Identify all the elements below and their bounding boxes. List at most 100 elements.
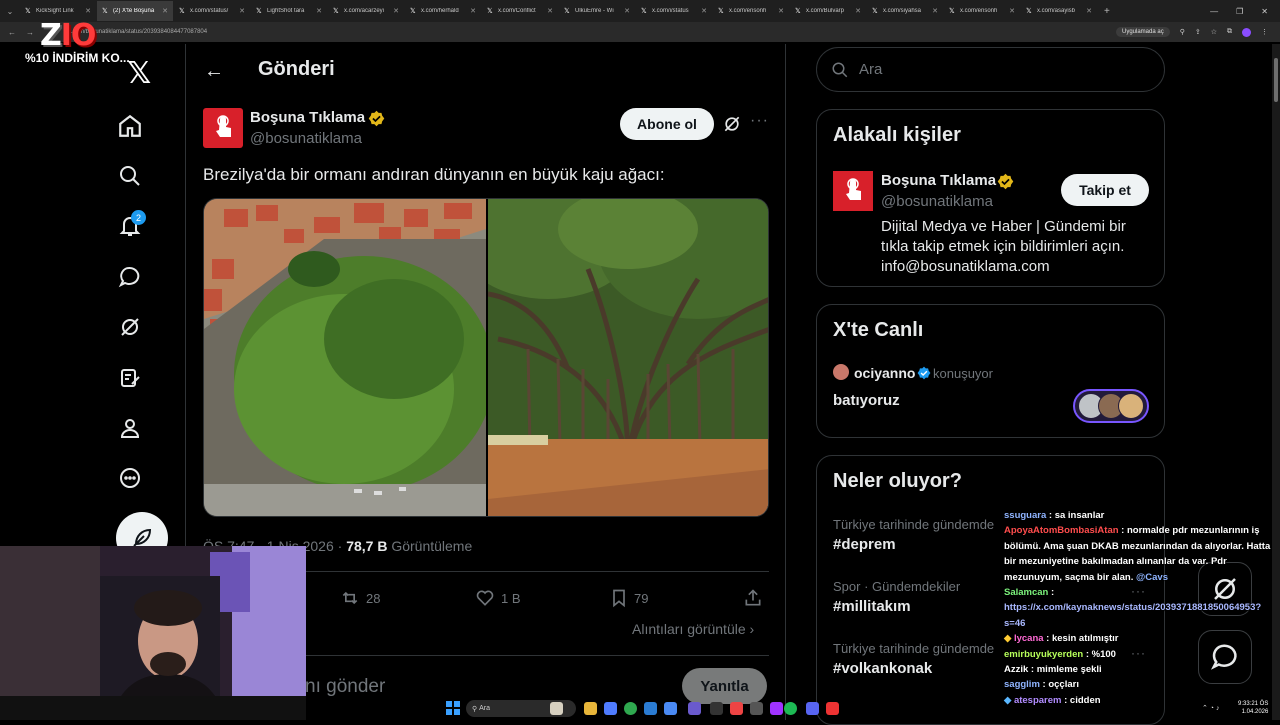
browser-tab[interactable]: 𝕏 UlkuEmre - Wi ✕: [559, 1, 635, 21]
browser-tab[interactable]: 𝕏x.com/siyahsa ✕: [867, 1, 943, 21]
share-icon[interactable]: ⇪: [1195, 28, 1201, 36]
reply-input[interactable]: nı gönder: [305, 676, 385, 698]
tab-close-icon[interactable]: ✕: [470, 7, 476, 15]
url-field[interactable]: x.com/bosunatiklama/status/2039384084477…: [68, 29, 1116, 35]
browser-tab[interactable]: 𝕏x.com/ensonh ✕: [713, 1, 789, 21]
view-quotes-link[interactable]: Alıntıları görüntüle ›: [632, 621, 754, 637]
grok-explain-icon[interactable]: [722, 114, 742, 134]
tab-close-icon[interactable]: ✕: [316, 7, 322, 15]
grok-icon[interactable]: [117, 314, 143, 340]
related-handle[interactable]: @bosunatiklama: [881, 193, 993, 210]
author-handle[interactable]: @bosunatiklama: [250, 130, 362, 147]
discord-icon[interactable]: [688, 702, 701, 715]
windows-start-icon[interactable]: [446, 701, 460, 720]
extensions-icon[interactable]: ⧉: [1227, 28, 1232, 36]
search-icon[interactable]: [117, 163, 143, 189]
forward-icon[interactable]: →: [26, 28, 34, 37]
tab-search-icon[interactable]: ⌄: [0, 7, 20, 16]
tab-close-icon[interactable]: ✕: [162, 7, 168, 15]
browser-tab[interactable]: 𝕏 (2) X'te Boşuna ✕: [97, 1, 173, 21]
browser-tab[interactable]: 𝕏x.com/i/status ✕: [636, 1, 712, 21]
open-in-app-chip[interactable]: Uygulamada aç: [1116, 27, 1170, 37]
close-window-icon[interactable]: ✕: [1261, 7, 1268, 16]
messages-icon[interactable]: [117, 264, 143, 290]
scrollbar-thumb[interactable]: [1274, 58, 1278, 102]
browser-tab[interactable]: 𝕏 LightShot tara ✕: [251, 1, 327, 21]
browser-tab[interactable]: 𝕏x.com/ensonh ✕: [944, 1, 1020, 21]
tab-close-icon[interactable]: ✕: [393, 7, 399, 15]
maximize-icon[interactable]: ❐: [1236, 7, 1243, 16]
more-icon[interactable]: [117, 465, 143, 491]
browser-tab[interactable]: 𝕏x.com/asayisb ✕: [1021, 1, 1097, 21]
browser-tab[interactable]: 𝕏x.com/acarzeyi ✕: [328, 1, 404, 21]
tab-close-icon[interactable]: ✕: [701, 7, 707, 15]
related-name[interactable]: Boşuna Tıklama: [881, 172, 996, 189]
taskbar-search-input[interactable]: Ara: [479, 705, 490, 712]
taskbar-clock[interactable]: 9:33:21 ÖS 1.04.2026: [1238, 700, 1268, 716]
tab-close-icon[interactable]: ✕: [778, 7, 784, 15]
search-box[interactable]: Ara: [816, 47, 1165, 92]
browser-menu-icon[interactable]: ⋮: [1261, 28, 1268, 36]
taskbar-app-icon[interactable]: [710, 702, 723, 715]
profile-icon[interactable]: [1242, 27, 1251, 37]
trend-tag[interactable]: #volkankonak: [833, 660, 932, 677]
minimize-icon[interactable]: —: [1210, 7, 1218, 16]
x-logo-icon[interactable]: 𝕏: [127, 56, 151, 91]
taskbar-app-icon[interactable]: [644, 702, 657, 715]
new-tab-icon[interactable]: +: [1098, 6, 1116, 17]
back-icon[interactable]: ←: [8, 28, 16, 37]
follow-button[interactable]: Takip et: [1061, 174, 1149, 206]
system-tray[interactable]: ⌃ ◔ ♪: [1202, 704, 1219, 712]
taskbar-app-icon[interactable]: [550, 702, 563, 715]
subscribe-button[interactable]: Abone ol: [620, 108, 714, 140]
browser-tab[interactable]: 𝕏x.com/Bulvarp ✕: [790, 1, 866, 21]
trend-tag[interactable]: #millitakım: [833, 598, 911, 615]
search-input[interactable]: Ara: [859, 61, 882, 78]
author-avatar[interactable]: [203, 108, 243, 148]
tab-close-icon[interactable]: ✕: [624, 7, 630, 15]
spotify-icon[interactable]: [784, 702, 797, 715]
tab-close-icon[interactable]: ✕: [855, 7, 861, 15]
tab-close-icon[interactable]: ✕: [85, 7, 91, 15]
live-speakers[interactable]: [1073, 389, 1149, 423]
tab-close-icon[interactable]: ✕: [239, 7, 245, 15]
tab-close-icon[interactable]: ✕: [547, 7, 553, 15]
taskbar-app-icon[interactable]: [806, 702, 819, 715]
taskbar-app-icon[interactable]: [770, 702, 783, 715]
browser-tab[interactable]: 𝕏x.com/i/status/ ✕: [174, 1, 250, 21]
chrome-icon[interactable]: [624, 702, 637, 715]
trend-tag[interactable]: #deprem: [833, 536, 896, 553]
taskbar-app-icon[interactable]: [604, 702, 617, 715]
lists-icon[interactable]: [117, 365, 143, 391]
zoom-icon[interactable]: ⚲: [1180, 28, 1185, 36]
browser-tab[interactable]: 𝕏x.com/Conflict ✕: [482, 1, 558, 21]
related-avatar[interactable]: [833, 171, 873, 211]
bookmark-star-icon[interactable]: ☆: [1211, 28, 1217, 36]
back-arrow-icon[interactable]: ←: [204, 60, 224, 83]
tab-close-icon[interactable]: ✕: [932, 7, 938, 15]
profile-icon[interactable]: [117, 415, 143, 441]
home-icon[interactable]: [117, 113, 143, 139]
media-aerial-photo[interactable]: [204, 199, 494, 516]
file-explorer-icon[interactable]: [584, 702, 597, 715]
taskbar-app-icon[interactable]: [826, 702, 839, 715]
taskbar-app-icon[interactable]: [750, 702, 763, 715]
browser-tab[interactable]: 𝕏x.com/herhald ✕: [405, 1, 481, 21]
retweet-icon: [342, 591, 358, 605]
author-name[interactable]: Boşuna Tıklama: [250, 109, 365, 126]
tab-close-icon[interactable]: ✕: [1086, 7, 1092, 15]
like-button[interactable]: 1 B: [475, 588, 521, 608]
search-icon: ⚲: [472, 705, 480, 713]
live-on-x-card[interactable]: X'te Canlı ociyanno konuşuyor batıyoruz: [816, 304, 1165, 438]
nav-buttons: ← →: [0, 28, 34, 37]
retweet-button[interactable]: 28: [340, 588, 380, 608]
taskbar-app-icon[interactable]: [664, 702, 677, 715]
tab-label: x.com/herhald: [421, 8, 459, 14]
bookmark-button[interactable]: 79: [610, 588, 648, 608]
post-media[interactable]: [203, 198, 769, 517]
media-canopy-photo[interactable]: [458, 199, 768, 516]
tab-close-icon[interactable]: ✕: [1009, 7, 1015, 15]
share-button[interactable]: [743, 588, 763, 608]
taskbar-app-icon[interactable]: [730, 702, 743, 715]
more-options-icon[interactable]: ···: [750, 112, 769, 130]
